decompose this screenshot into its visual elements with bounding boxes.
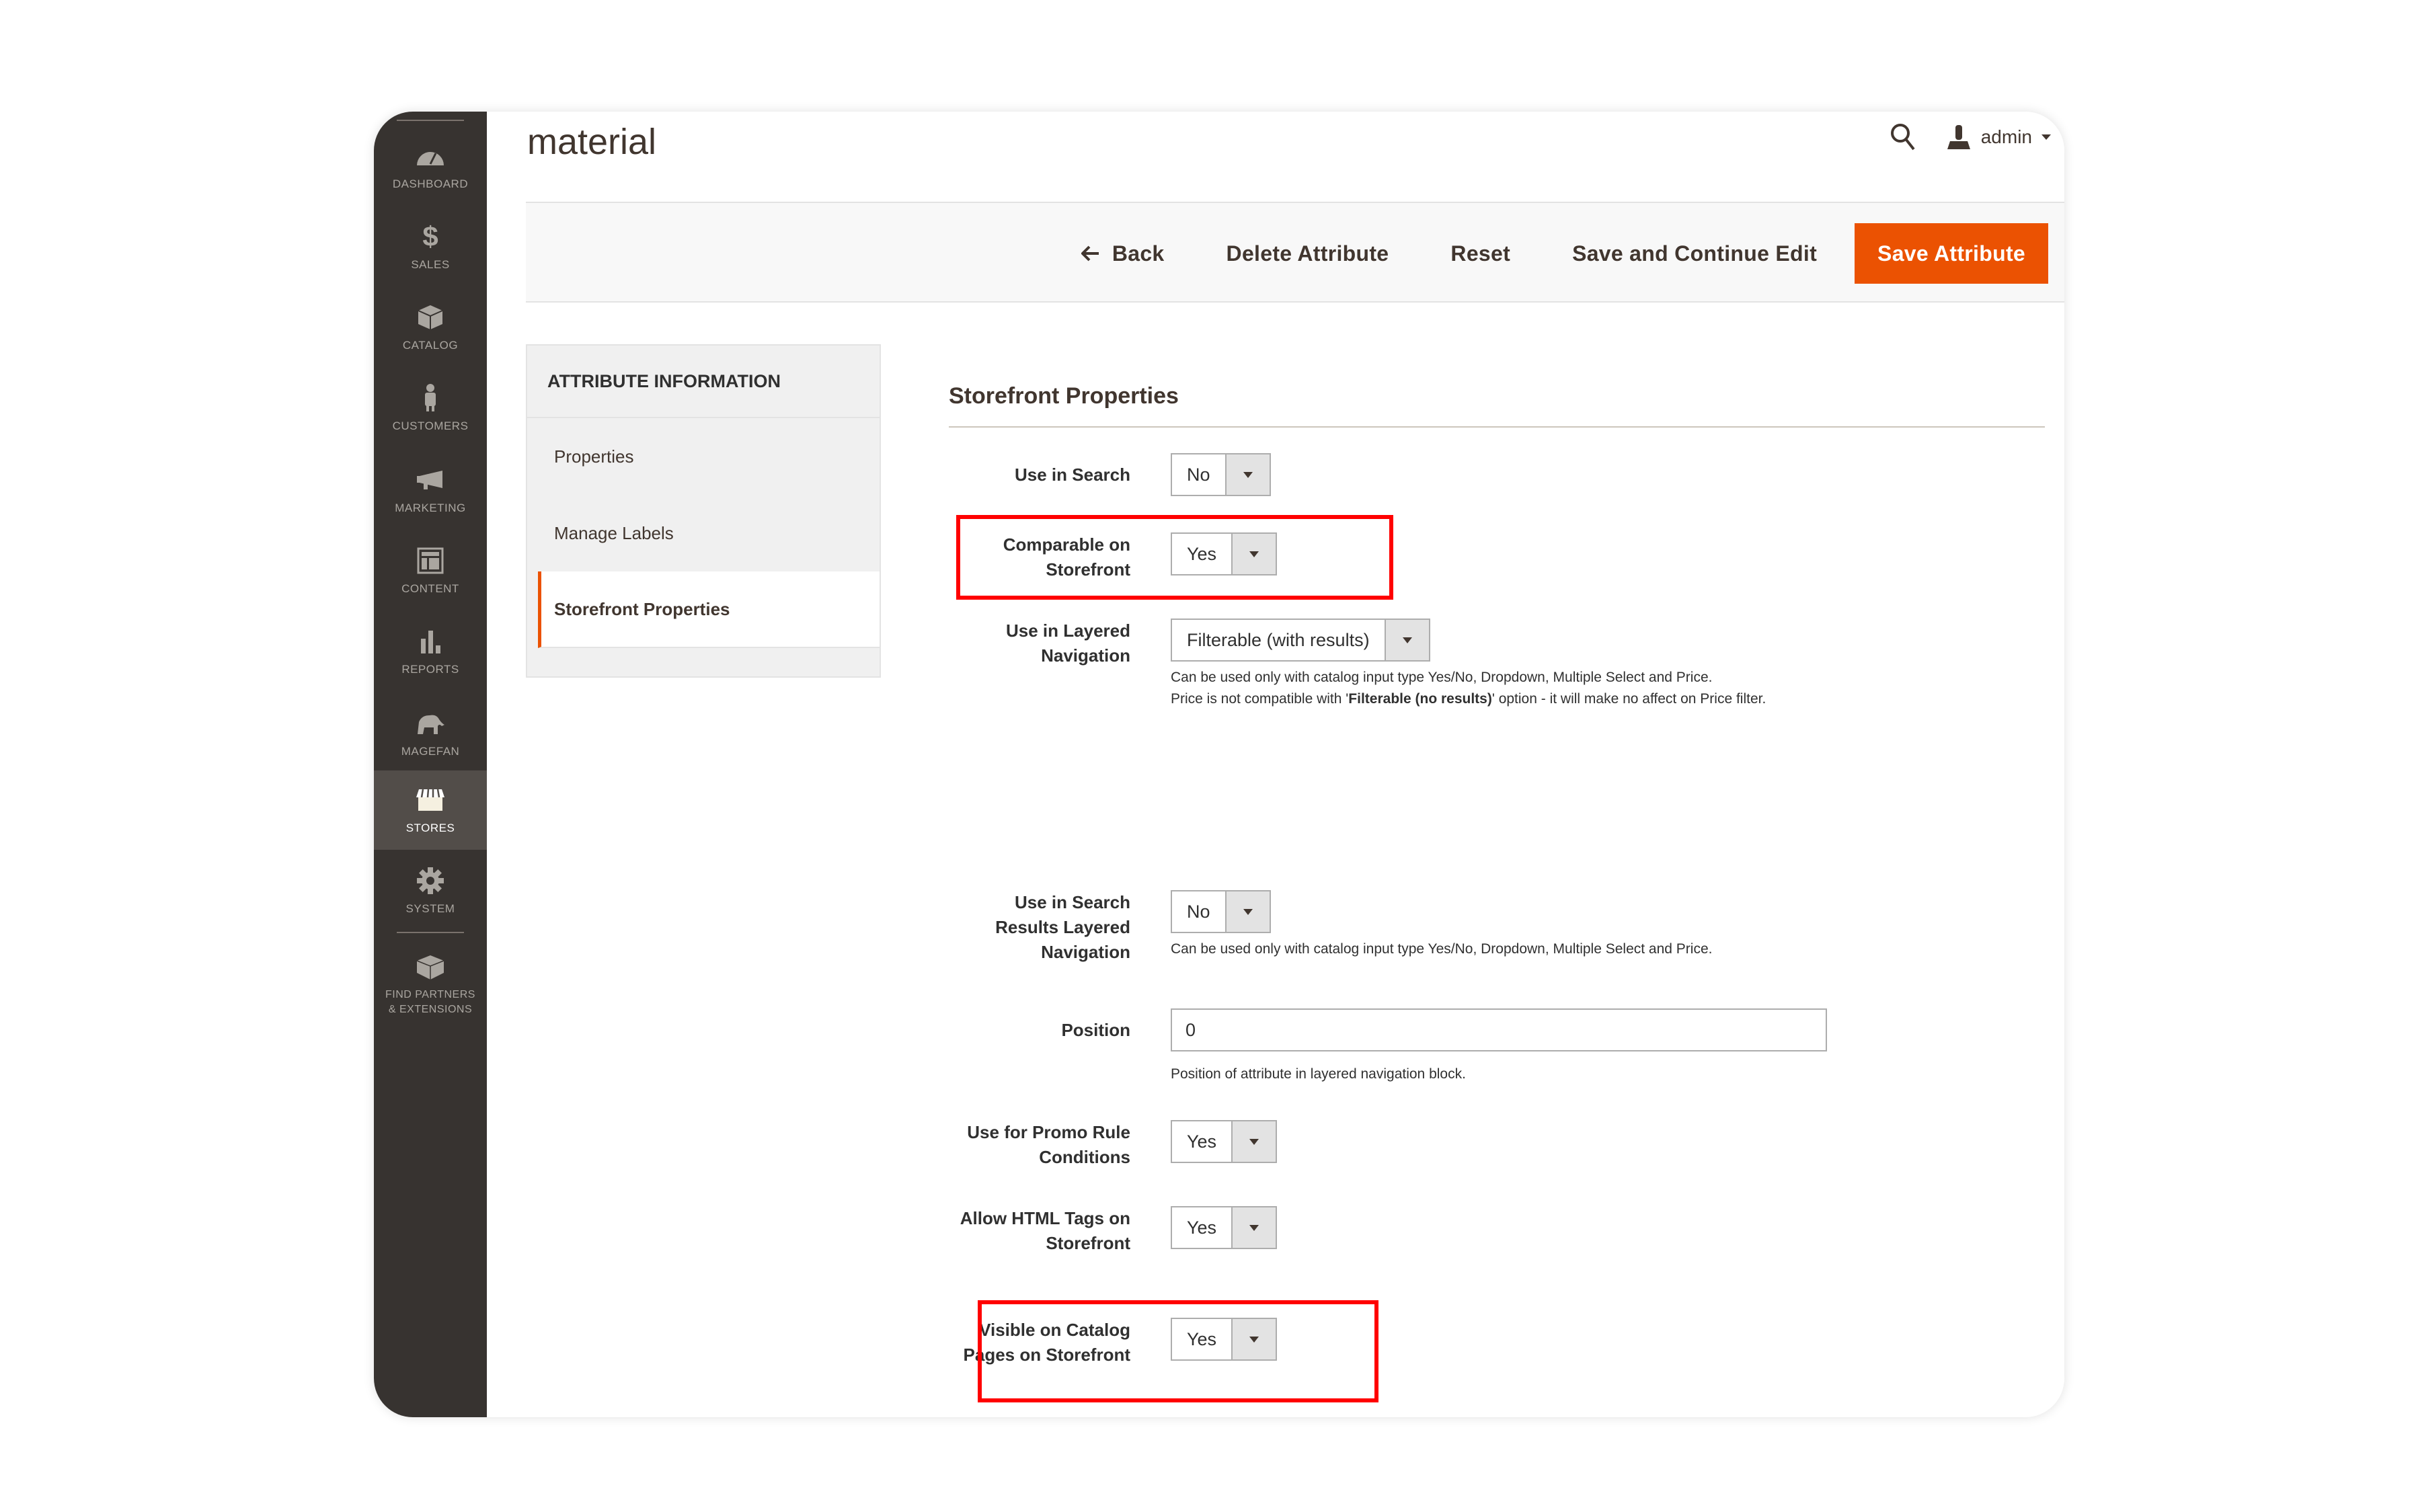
save-and-continue-button[interactable]: Save and Continue Edit bbox=[1541, 223, 1848, 284]
sidebar-item-reports[interactable]: Reports bbox=[374, 612, 487, 691]
storefront-icon bbox=[414, 784, 446, 816]
section-title: Storefront Properties bbox=[949, 383, 1179, 409]
page-title: material bbox=[527, 122, 657, 162]
sidebar-item-marketing[interactable]: Marketing bbox=[374, 450, 487, 530]
tab-storefront-properties[interactable]: Storefront Properties bbox=[538, 571, 880, 648]
field-search-results-layered-navigation: Use in Search Results Layered Navigation… bbox=[949, 890, 1843, 965]
megaphone-icon bbox=[414, 464, 446, 496]
delete-attribute-button[interactable]: Delete Attribute bbox=[1196, 223, 1420, 284]
html-tags-select[interactable]: Yes bbox=[1171, 1206, 1278, 1249]
layered-navigation-select[interactable]: Filterable (with results) bbox=[1171, 619, 1430, 662]
tabs-heading: ATTRIBUTE INFORMATION bbox=[527, 346, 880, 418]
chevron-down-icon bbox=[1384, 620, 1429, 660]
page-actions-bar: Back Delete Attribute Reset Save and Con… bbox=[526, 202, 2064, 303]
chevron-down-icon bbox=[1225, 454, 1270, 495]
chevron-down-icon bbox=[1231, 1121, 1276, 1162]
sidebar-divider bbox=[397, 932, 464, 933]
sidebar-item-partners[interactable]: Find Partners & Extensions bbox=[374, 937, 487, 1031]
sidebar-item-system[interactable]: System bbox=[374, 851, 487, 930]
highlight-box-comparable bbox=[956, 515, 1393, 600]
sidebar-item-sales[interactable]: $ Sales bbox=[374, 207, 487, 286]
header-tools: admin bbox=[1887, 121, 2051, 153]
position-note: Position of attribute in layered navigat… bbox=[1171, 1066, 1466, 1082]
person-icon bbox=[414, 382, 446, 414]
sidebar-item-stores[interactable]: Stores bbox=[374, 770, 487, 850]
tab-manage-labels[interactable]: Manage Labels bbox=[527, 495, 880, 571]
reset-button[interactable]: Reset bbox=[1420, 223, 1541, 284]
sidebar-item-catalog[interactable]: Catalog bbox=[374, 288, 487, 367]
chevron-down-icon bbox=[2042, 134, 2051, 140]
user-account-menu[interactable]: admin bbox=[1946, 125, 2051, 149]
field-use-in-search: Use in Search No bbox=[949, 453, 1271, 496]
arrow-left-icon bbox=[1081, 245, 1099, 262]
dollar-icon: $ bbox=[422, 221, 438, 252]
section-divider bbox=[949, 426, 2045, 428]
sidebar-top-divider bbox=[397, 120, 464, 121]
chevron-down-icon bbox=[1231, 1207, 1276, 1248]
highlight-box-product-listing bbox=[978, 1300, 1378, 1402]
dashboard-icon bbox=[414, 140, 446, 172]
sidebar-item-customers[interactable]: Customers bbox=[374, 368, 487, 448]
box-icon bbox=[414, 301, 446, 333]
user-icon bbox=[1947, 125, 1970, 149]
use-in-search-select[interactable]: No bbox=[1171, 453, 1271, 496]
layout-icon bbox=[414, 545, 446, 577]
search-icon bbox=[1890, 124, 1915, 151]
blocks-icon bbox=[414, 951, 446, 984]
sidebar-item-magefan[interactable]: Magefan bbox=[374, 694, 487, 773]
mammoth-icon bbox=[414, 707, 446, 740]
layered-nav-note: Can be used only with catalog input type… bbox=[1171, 670, 1766, 707]
admin-sidebar: Dashboard $ Sales Catalog Customers Mark… bbox=[374, 112, 487, 1417]
tab-properties[interactable]: Properties bbox=[527, 418, 880, 495]
bar-chart-icon bbox=[414, 625, 446, 658]
admin-window: Dashboard $ Sales Catalog Customers Mark… bbox=[374, 112, 2064, 1417]
promo-rules-select[interactable]: Yes bbox=[1171, 1120, 1278, 1163]
chevron-down-icon bbox=[1225, 891, 1270, 932]
sidebar-item-dashboard[interactable]: Dashboard bbox=[374, 126, 487, 206]
position-input[interactable] bbox=[1171, 1008, 1827, 1051]
field-layered-navigation: Use in Layered Navigation Filterable (wi… bbox=[949, 619, 1843, 710]
search-layered-nav-note: Can be used only with catalog input type… bbox=[1171, 941, 1713, 957]
attribute-tabs: ATTRIBUTE INFORMATION Properties Manage … bbox=[526, 344, 881, 678]
search-layered-nav-select[interactable]: No bbox=[1171, 890, 1271, 933]
user-name: admin bbox=[1980, 126, 2032, 147]
sidebar-item-content[interactable]: Content bbox=[374, 531, 487, 610]
field-allow-html-tags: Allow HTML Tags on Storefront Yes bbox=[949, 1206, 1278, 1256]
gear-icon bbox=[414, 865, 446, 897]
global-search-button[interactable] bbox=[1887, 121, 1919, 153]
back-button[interactable]: Back bbox=[1050, 223, 1196, 284]
field-promo-rule-conditions: Use for Promo Rule Conditions Yes bbox=[949, 1120, 1278, 1170]
save-attribute-button[interactable]: Save Attribute bbox=[1855, 223, 2048, 284]
field-position: Position Position of attribute in layere… bbox=[949, 1008, 1827, 1085]
